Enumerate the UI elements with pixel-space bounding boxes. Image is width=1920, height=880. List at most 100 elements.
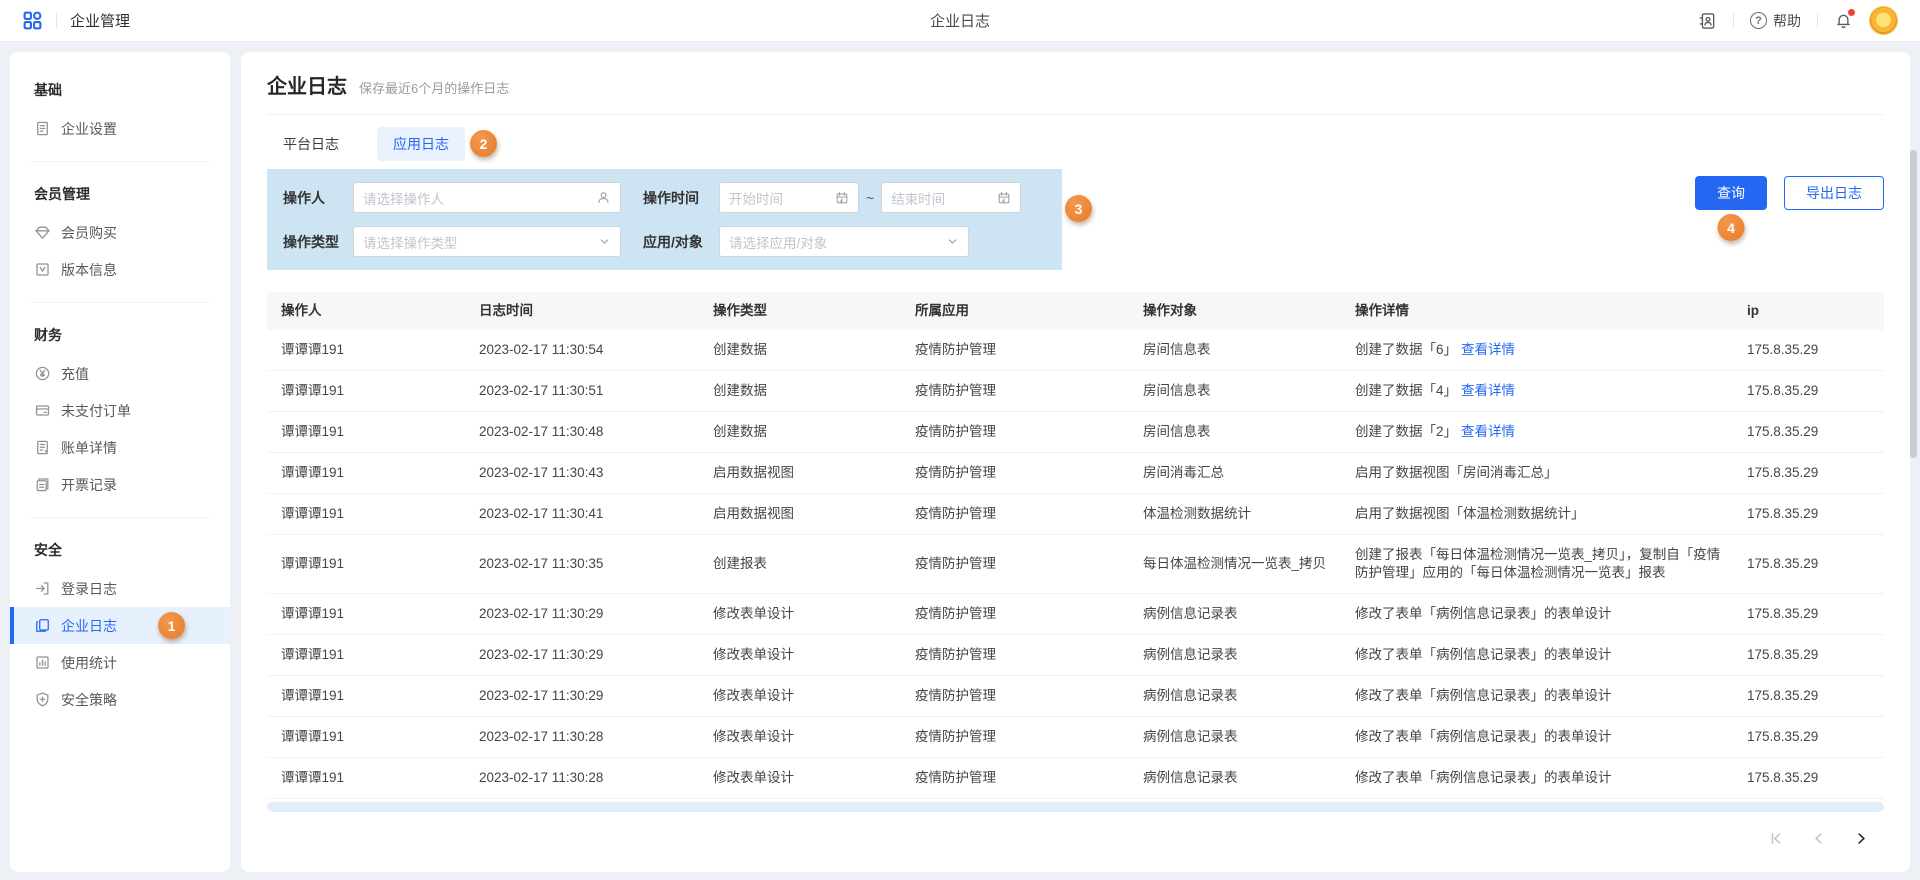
cell-time: 2023-02-17 11:30:29 (479, 594, 713, 634)
range-separator: ~ (866, 190, 874, 206)
view-detail-link[interactable]: 查看详情 (1461, 383, 1515, 398)
version-icon (34, 261, 51, 278)
sidebar-item-label: 登录日志 (61, 579, 117, 599)
cell-detail: 创建了报表「每日体温检测情况一览表_拷贝」，复制自「疫情防护管理」应用的「每日体… (1355, 535, 1747, 593)
copy-icon (34, 617, 51, 634)
end-time-input[interactable]: 结束时间 (881, 182, 1021, 213)
sidebar-item-enterprise-log[interactable]: 企业日志 1 (10, 607, 230, 644)
cell-app: 疫情防护管理 (915, 758, 1143, 798)
cell-operator: 谭谭谭191 (267, 717, 479, 757)
view-detail-link[interactable]: 查看详情 (1461, 342, 1515, 357)
cell-detail: 修改了表单「病例信息记录表」的表单设计 (1355, 758, 1747, 798)
cell-time: 2023-02-17 11:30:41 (479, 494, 713, 534)
table-row: 谭谭谭1912023-02-17 11:30:29修改表单设计疫情防护管理病例信… (267, 635, 1884, 676)
tab-label: 平台日志 (283, 136, 339, 152)
sidebar-item-label: 版本信息 (61, 260, 117, 280)
help-label: 帮助 (1773, 11, 1801, 31)
cell-target: 体温检测数据统计 (1143, 494, 1355, 534)
bell-icon[interactable] (1834, 11, 1853, 30)
sidebar-item-enterprise-settings[interactable]: 企业设置 (10, 110, 230, 147)
sidebar-item-version-info[interactable]: 版本信息 (10, 251, 230, 288)
tab-app-log[interactable]: 应用日志2 (377, 127, 465, 161)
prev-page-icon[interactable] (1810, 830, 1827, 847)
cell-type: 创建数据 (713, 330, 915, 370)
yuan-circle-icon (34, 365, 51, 382)
cell-target: 病例信息记录表 (1143, 635, 1355, 675)
time-label: 操作时间 (643, 188, 719, 208)
next-page-icon[interactable] (1853, 830, 1870, 847)
card-icon (34, 402, 51, 419)
query-button-label: 查询 (1717, 183, 1745, 203)
table-header-cell: 日志时间 (479, 292, 713, 330)
query-button[interactable]: 查询 4 (1695, 176, 1767, 210)
sidebar-item-security-policy[interactable]: 安全策略 (10, 681, 230, 718)
cell-type: 修改表单设计 (713, 635, 915, 675)
first-page-icon[interactable] (1767, 830, 1784, 847)
cell-time: 2023-02-17 11:30:28 (479, 758, 713, 798)
topbar-page-title: 企业日志 (0, 10, 1920, 31)
sidebar-item-unpaid-orders[interactable]: 未支付订单 (10, 392, 230, 429)
detail-text: 修改了表单「病例信息记录表」的表单设计 (1355, 647, 1612, 662)
sidebar-item-label: 企业日志 (61, 616, 117, 636)
sidebar-section-title: 会员管理 (10, 176, 230, 214)
step-badge-1: 1 (158, 612, 185, 639)
export-log-button[interactable]: 导出日志 (1784, 176, 1884, 210)
cell-ip: 175.8.35.29 (1747, 494, 1884, 534)
table-header-cell: ip (1747, 292, 1884, 330)
pagination (267, 830, 1884, 847)
table-header-cell: 操作人 (267, 292, 479, 330)
divider (1817, 13, 1818, 28)
cell-time: 2023-02-17 11:30:29 (479, 635, 713, 675)
cell-time: 2023-02-17 11:30:51 (479, 371, 713, 411)
table-row: 谭谭谭1912023-02-17 11:30:54创建数据疫情防护管理房间信息表… (267, 330, 1884, 371)
sidebar-item-member-purchase[interactable]: 会员购买 (10, 214, 230, 251)
sidebar-item-invoice-records[interactable]: 开票记录 (10, 466, 230, 503)
cell-detail: 创建了数据「4」查看详情 (1355, 371, 1747, 411)
cell-detail: 修改了表单「病例信息记录表」的表单设计 (1355, 594, 1747, 634)
divider (30, 517, 210, 518)
cell-ip: 175.8.35.29 (1747, 371, 1884, 411)
cell-target: 病例信息记录表 (1143, 594, 1355, 634)
cell-app: 疫情防护管理 (915, 635, 1143, 675)
app-object-select[interactable]: 请选择应用/对象 (719, 226, 969, 257)
bar-chart-icon (34, 654, 51, 671)
help-button[interactable]: 帮助 (1750, 11, 1801, 31)
sidebar-item-usage-stats[interactable]: 使用统计 (10, 644, 230, 681)
type-select[interactable]: 请选择操作类型 (353, 226, 621, 257)
sidebar-item-label: 会员购买 (61, 223, 117, 243)
cell-ip: 175.8.35.29 (1747, 330, 1884, 370)
horizontal-scrollbar[interactable] (267, 802, 1884, 812)
table-header-cell: 操作对象 (1143, 292, 1355, 330)
main-panel: 企业日志 保存最近6个月的操作日志 平台日志应用日志2 操作人 请选择操作人 操… (241, 52, 1910, 872)
cell-ip: 175.8.35.29 (1747, 412, 1884, 452)
contacts-icon[interactable] (1697, 11, 1717, 31)
cell-target: 病例信息记录表 (1143, 676, 1355, 716)
cell-type: 修改表单设计 (713, 758, 915, 798)
cell-type: 创建报表 (713, 544, 915, 584)
cell-app: 疫情防护管理 (915, 371, 1143, 411)
view-detail-link[interactable]: 查看详情 (1461, 424, 1515, 439)
apps-grid-icon[interactable] (22, 10, 43, 31)
table-row: 谭谭谭1912023-02-17 11:30:48创建数据疫情防护管理房间信息表… (267, 412, 1884, 453)
table-row: 谭谭谭1912023-02-17 11:30:29修改表单设计疫情防护管理病例信… (267, 594, 1884, 635)
detail-text: 修改了表单「病例信息记录表」的表单设计 (1355, 606, 1612, 621)
export-button-label: 导出日志 (1806, 183, 1862, 203)
cell-operator: 谭谭谭191 (267, 412, 479, 452)
sidebar-item-bill-details[interactable]: 账单详情 (10, 429, 230, 466)
operator-select[interactable]: 请选择操作人 (353, 182, 621, 213)
table-row: 谭谭谭1912023-02-17 11:30:28修改表单设计疫情防护管理病例信… (267, 758, 1884, 799)
tab-label: 应用日志 (393, 136, 449, 152)
cell-operator: 谭谭谭191 (267, 453, 479, 493)
vertical-scrollbar[interactable] (1910, 150, 1917, 458)
bill-icon (34, 439, 51, 456)
sidebar-item-login-log[interactable]: 登录日志 (10, 570, 230, 607)
start-time-input[interactable]: 开始时间 (719, 182, 859, 213)
cell-app: 疫情防护管理 (915, 717, 1143, 757)
user-avatar[interactable] (1869, 6, 1898, 35)
cell-ip: 175.8.35.29 (1747, 453, 1884, 493)
calendar-icon (835, 191, 849, 205)
type-label: 操作类型 (283, 232, 353, 252)
sidebar-item-recharge[interactable]: 充值 (10, 355, 230, 392)
sidebar-section-title: 基础 (10, 72, 230, 110)
tab-platform-log[interactable]: 平台日志 (267, 127, 355, 161)
